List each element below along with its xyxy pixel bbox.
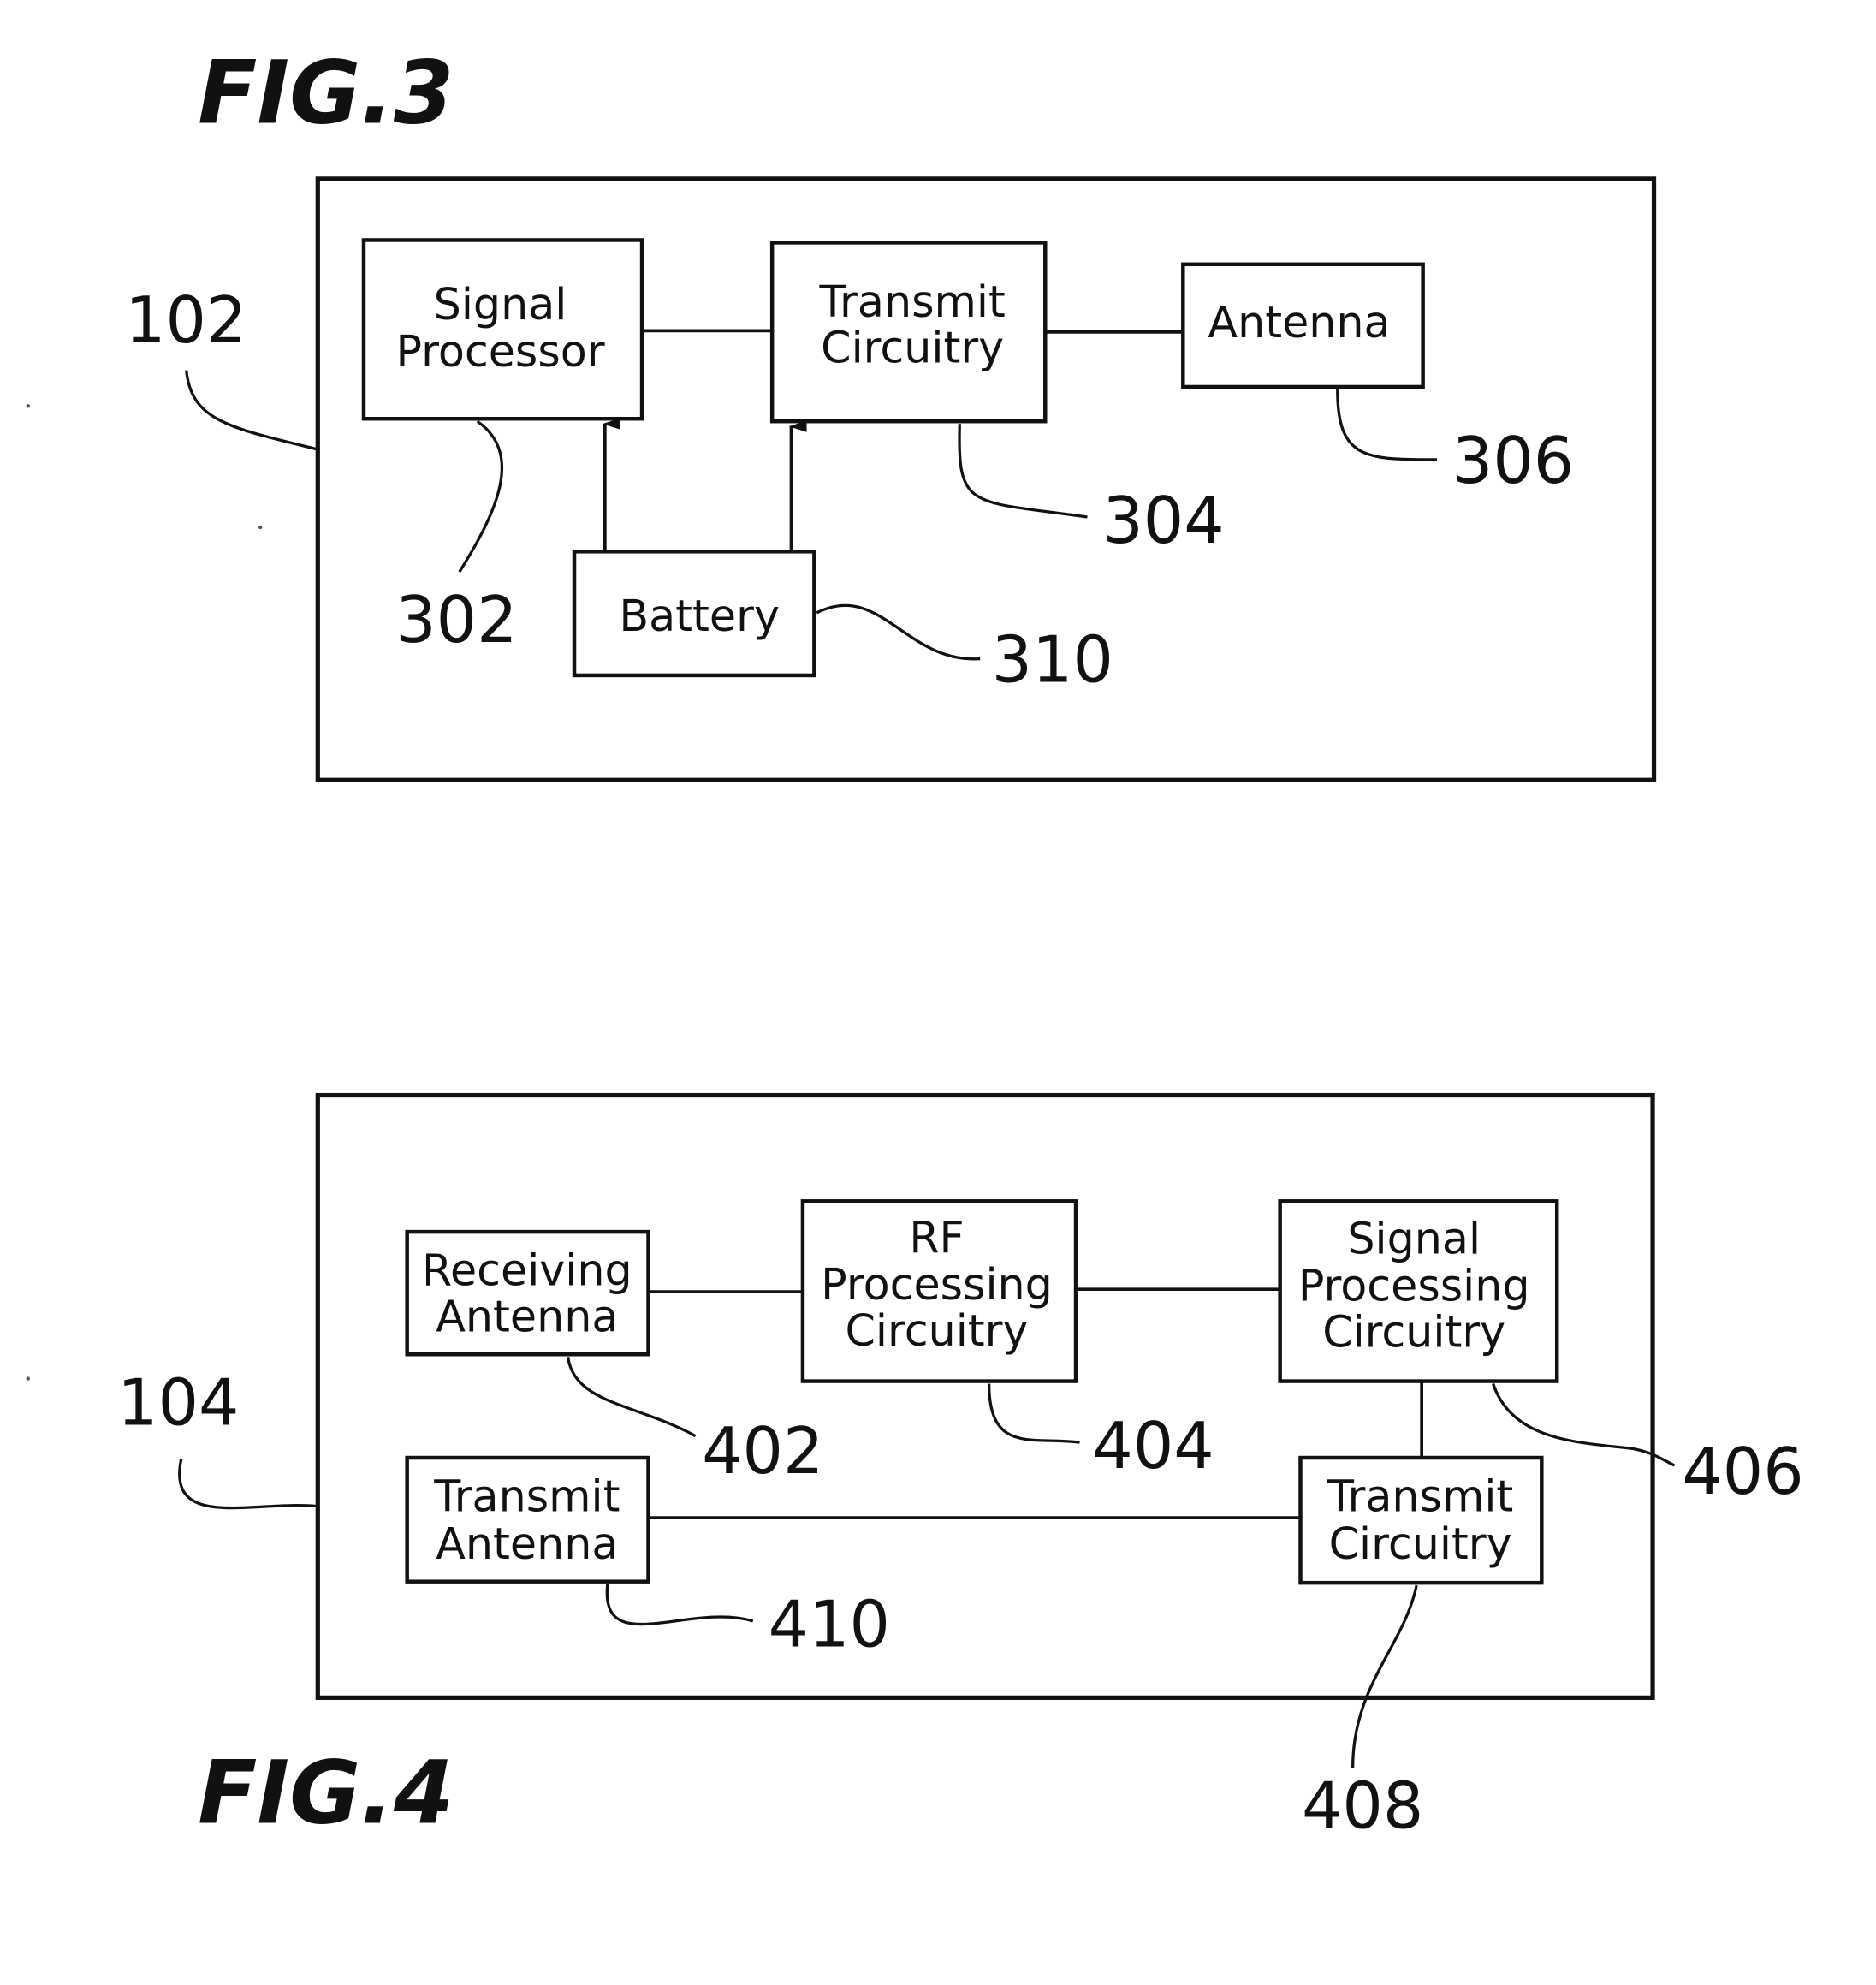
block-label-line: Circuitry	[821, 323, 1004, 373]
block-label-line: Circuitry	[1322, 1306, 1505, 1357]
scan-speck	[258, 525, 263, 530]
ref-numeral-transmit-circuitry: 304	[1102, 484, 1224, 558]
block-label-line: Signal	[434, 279, 567, 330]
ref-numeral-signal-processing: 406	[1682, 1435, 1803, 1509]
block-label-line: Receiving	[422, 1245, 632, 1296]
block-label-line: Antenna	[1208, 297, 1390, 348]
block-battery: Battery	[572, 550, 816, 678]
figure-3: FIG.3 Signal Processor Transmit Circuitr…	[125, 42, 1657, 782]
block-signal-processor: Signal Processor	[361, 238, 644, 421]
leader-line-402	[566, 1357, 697, 1438]
leader-line-410	[605, 1584, 754, 1626]
block-label-line: Signal	[1347, 1213, 1481, 1263]
block-label-line: Processing	[1298, 1261, 1530, 1311]
ref-numeral-device: 104	[117, 1365, 239, 1440]
ref-numeral-rf-processing: 404	[1092, 1409, 1214, 1483]
leader-line-302	[458, 419, 504, 574]
figure-3-title: FIG.3	[198, 42, 454, 143]
block-label-line: RF	[909, 1212, 964, 1263]
block-label-line: Antenna	[436, 1518, 618, 1569]
scan-speck	[26, 1376, 31, 1381]
device-104-outline	[315, 1092, 1655, 1700]
block-transmit-antenna: Transmit Antenna	[405, 1455, 650, 1584]
block-label-line: Circuitry	[1329, 1518, 1512, 1569]
ref-numeral-signal-processor: 302	[395, 583, 517, 657]
ref-numeral-battery: 310	[992, 622, 1113, 697]
block-label-line: Processor	[395, 326, 604, 377]
block-transmit-circuitry: Transmit Circuitry	[769, 241, 1048, 424]
patent-drawing: FIG.3 Signal Processor Transmit Circuitr…	[26, 42, 1804, 1843]
block-label-line: Circuitry	[846, 1305, 1029, 1356]
block-signal-processing-circuitry: Signal Processing Circuitry	[1278, 1199, 1559, 1383]
block-label-line: Transmit	[819, 276, 1006, 327]
leader-line-310	[816, 603, 981, 661]
ref-numeral-transmit-antenna: 410	[769, 1588, 890, 1662]
leader-line-102	[185, 370, 318, 451]
block-label-line: Processing	[821, 1259, 1053, 1310]
block-label-line: Antenna	[436, 1291, 618, 1341]
block-label-line: Transmit	[433, 1471, 620, 1522]
figure-4: Receiving Antenna RF Processing Circuitr…	[117, 1092, 1804, 1843]
leader-line-408	[1351, 1584, 1418, 1768]
block-label-line: Battery	[619, 591, 780, 641]
leader-line-406	[1492, 1383, 1676, 1467]
leader-line-304	[958, 424, 1088, 519]
block-label-line: Transmit	[1327, 1471, 1513, 1522]
ref-numeral-device: 102	[125, 283, 246, 358]
figure-4-title: FIG.4	[198, 1742, 454, 1843]
leader-line-104	[178, 1459, 318, 1510]
block-antenna: Antenna	[1181, 262, 1425, 389]
block-transmit-circuitry-408: Transmit Circuitry	[1298, 1455, 1544, 1585]
ref-numeral-transmit-circuitry: 408	[1302, 1768, 1423, 1843]
ref-numeral-antenna: 306	[1452, 424, 1574, 498]
scan-speck	[26, 404, 31, 408]
block-receiving-antenna: Receiving Antenna	[405, 1229, 650, 1357]
block-rf-processing-circuitry: RF Processing Circuitry	[800, 1199, 1078, 1383]
ref-numeral-receiving-antenna: 402	[702, 1414, 823, 1489]
leader-line-404	[988, 1383, 1080, 1444]
leader-line-306	[1336, 389, 1438, 461]
